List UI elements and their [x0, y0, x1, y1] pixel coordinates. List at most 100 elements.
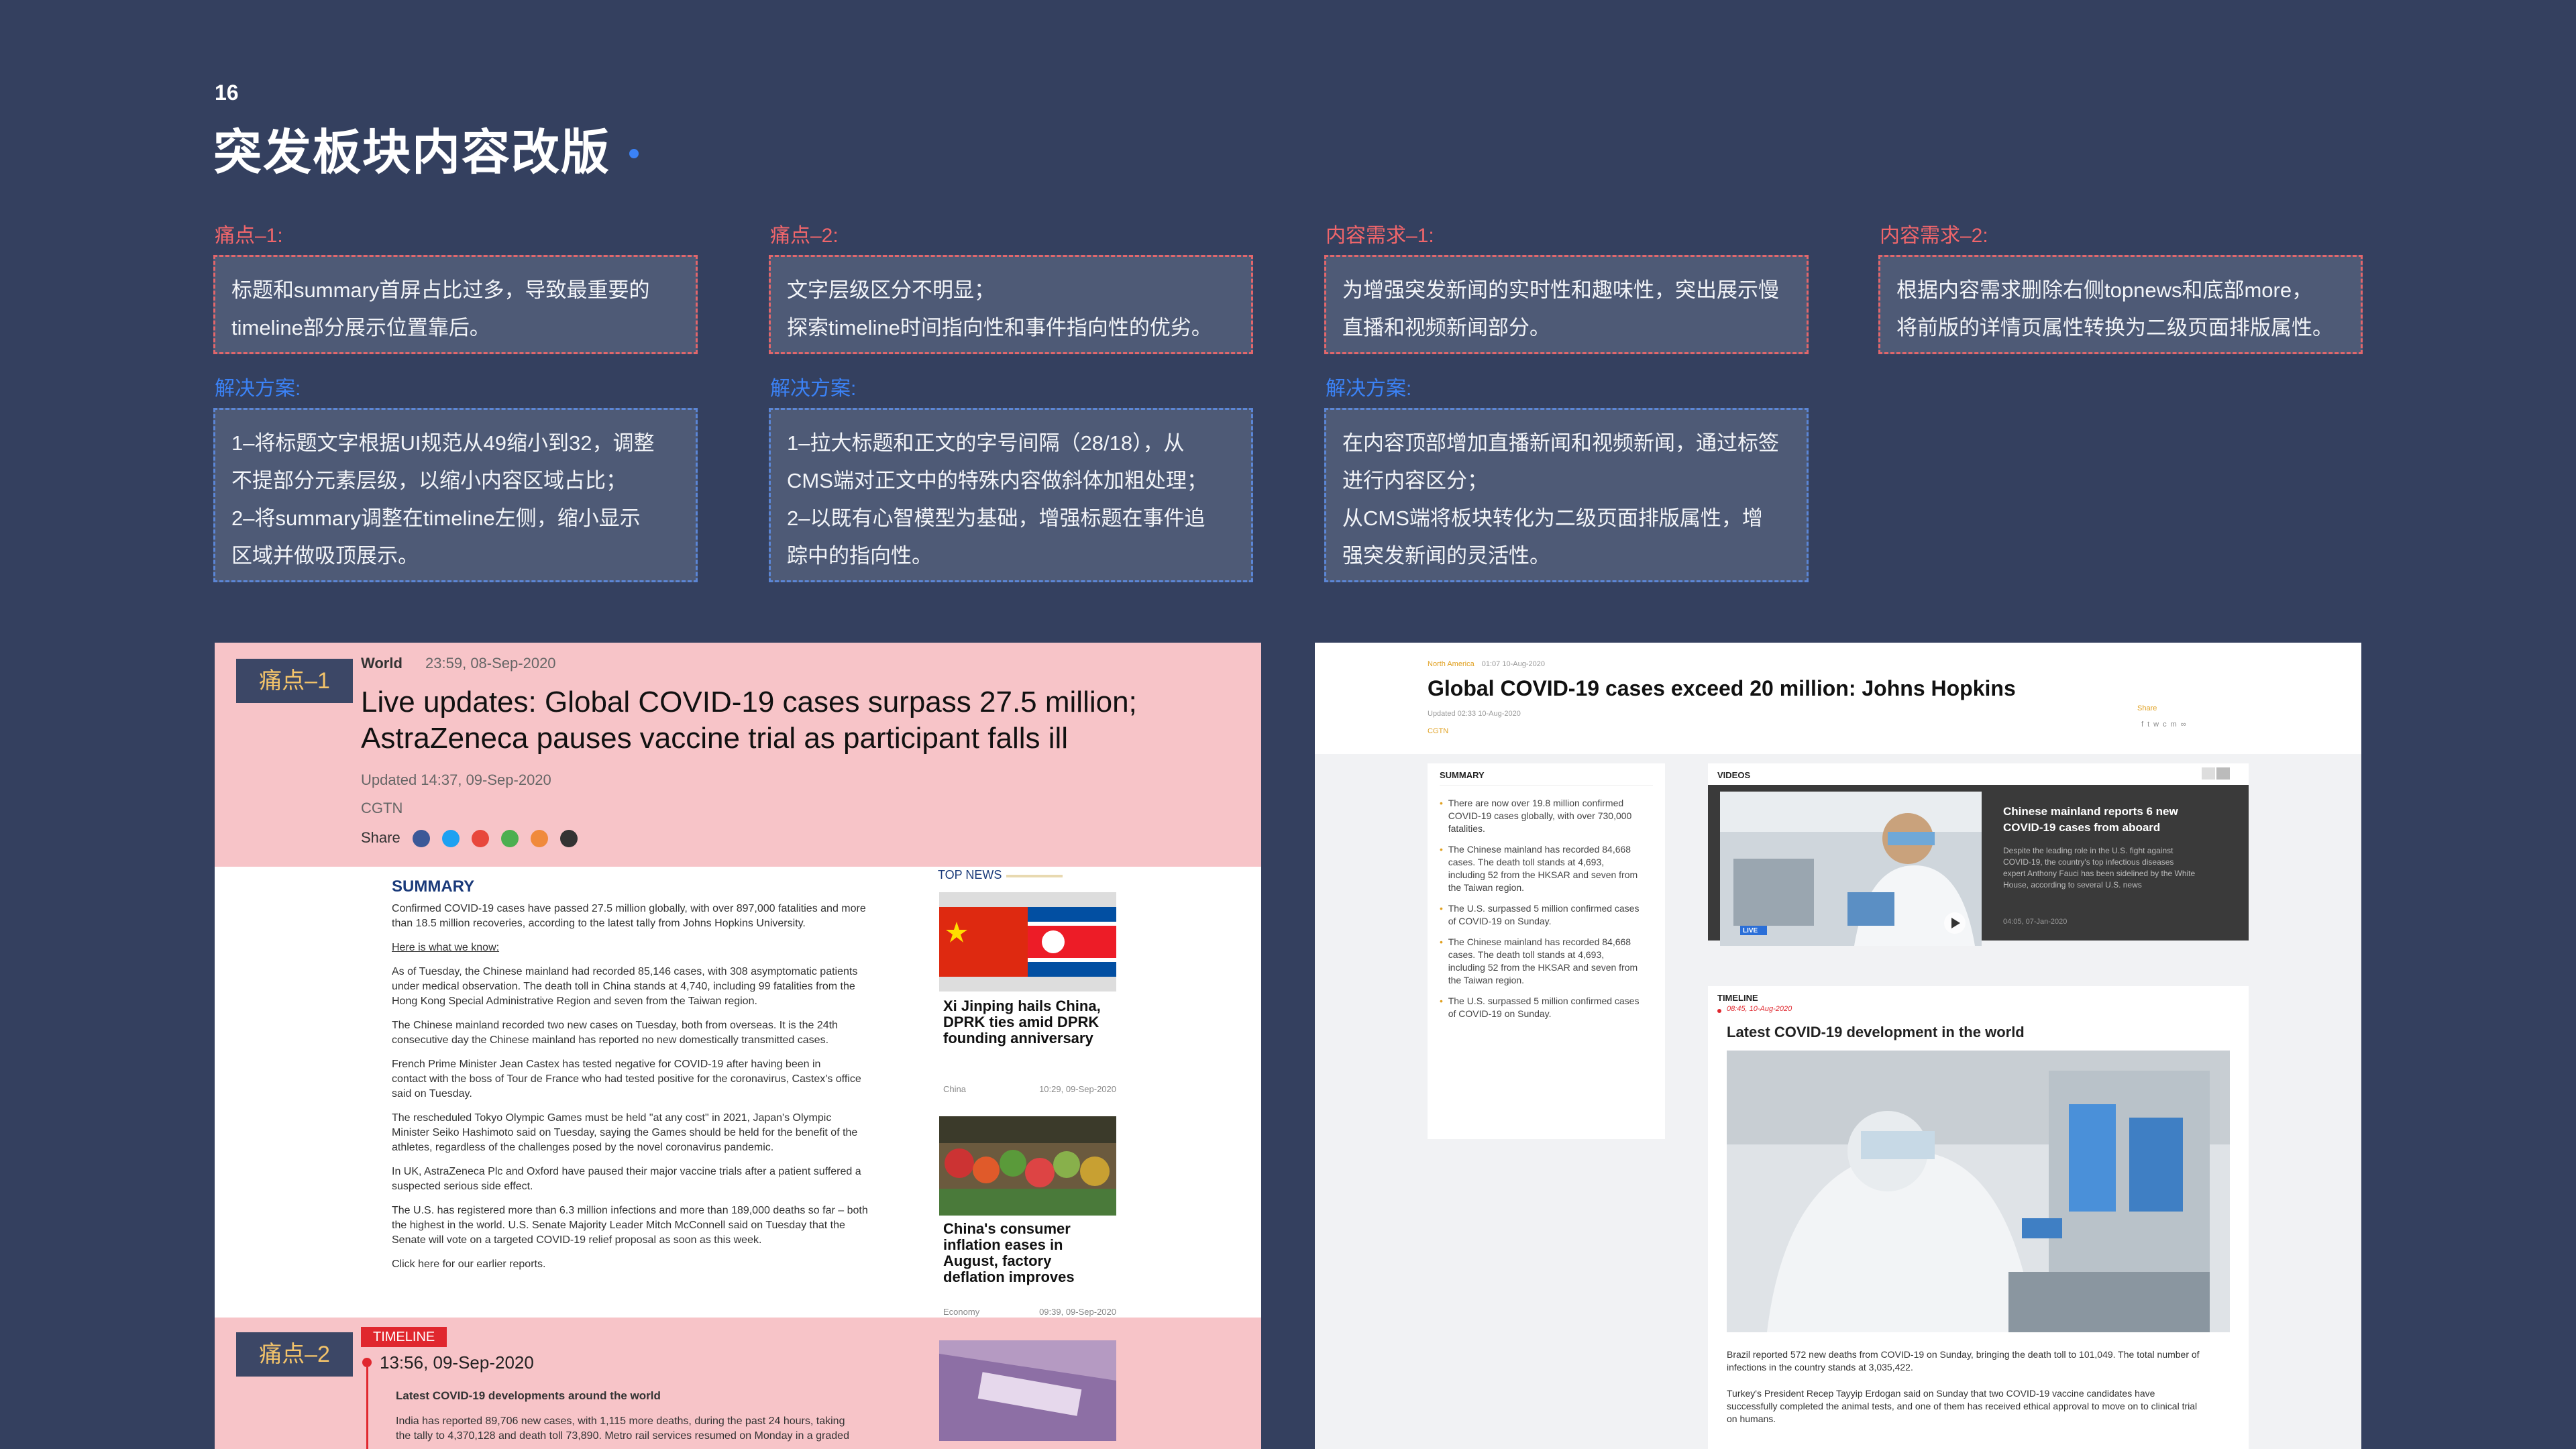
headline-line: AstraZeneca pauses vaccine trial as part…: [361, 722, 1069, 755]
timeline-time: 13:56, 09-Sep-2020: [380, 1352, 534, 1373]
timeline-text: India has reported 89,706 new cases, wit…: [396, 1415, 849, 1442]
solution-text-line: 1–将标题文字根据UI规范从49缩小到32，调整: [231, 431, 655, 455]
twitter-icon[interactable]: [441, 830, 460, 848]
email-icon[interactable]: m: [2171, 720, 2181, 729]
wechat-icon[interactable]: c: [2163, 720, 2171, 729]
pain-text-line: 将前版的详情页属性转换为二级页面排版属性。: [1896, 316, 2333, 339]
pain-box-1: 标题和summary首屏占比过多，导致最重要的 timeline部分展示位置靠后…: [213, 255, 698, 354]
solution-text-line: 1–拉大标题和正文的字号间隔（28/18），从: [787, 431, 1185, 455]
timeline-paragraph-1: Brazil reported 572 new deaths from COVI…: [1727, 1349, 2200, 1373]
source-label: CGTN: [1428, 727, 1449, 735]
solution-text-line: 进行内容区分；: [1342, 469, 1488, 492]
solution-text-line: 不提部分元素层级，以缩小内容区域占比；: [231, 469, 627, 492]
prev-arrow-icon[interactable]: [2202, 767, 2215, 780]
timeline-dot: [1717, 1009, 1721, 1013]
summary-bullet: • The Chinese mainland has recorded 84,6…: [1440, 844, 1638, 893]
share-icons[interactable]: ftwcm∞: [2141, 720, 2190, 729]
text-line: suspected serious side effect.: [392, 1181, 533, 1192]
timeline-time: 08:45, 10-Aug-2020: [1727, 1005, 1792, 1013]
video-title[interactable]: Chinese mainland reports 6 new COVID-19 …: [2003, 804, 2178, 836]
news-image-market[interactable]: [939, 1116, 1116, 1216]
article-headline: Live updates: Global COVID-19 cases surp…: [361, 684, 1233, 757]
summary-card: SUMMARY • There are now over 19.8 millio…: [1428, 763, 1665, 1139]
text-line: Confirmed COVID-19 cases have passed 27.…: [392, 903, 866, 914]
pain1-tag: 痛点–1: [236, 659, 353, 703]
page-number: 16: [215, 80, 239, 105]
old-article-screenshot: 痛点–1 World 23:59, 08-Sep-2020 Live updat…: [215, 643, 1261, 1449]
new-article-screenshot: North America 01:07 10-Aug-2020 Global C…: [1315, 643, 2361, 1449]
pain-text-line: timeline部分展示位置靠后。: [231, 316, 490, 339]
video-player[interactable]: LIVE Chinese mainland reports 6 new COVI…: [1708, 785, 2249, 946]
twitter-icon[interactable]: t: [2147, 720, 2153, 729]
news-meta-2: Economy 09:39, 09-Sep-2020: [943, 1307, 1116, 1317]
solution-text-line: 踪中的指向性。: [787, 544, 932, 568]
text-line: Senate will vote on a targeted COVID-19 …: [392, 1234, 762, 1246]
news-image-flags[interactable]: [939, 892, 1116, 991]
pain-text-line: 标题和summary首屏占比过多，导致最重要的: [231, 278, 650, 302]
solution-text-line: 在内容顶部增加直播新闻和视频新闻，通过标签: [1342, 431, 1779, 455]
pain-label-4: 内容需求–2:: [1880, 225, 1988, 247]
article-headline: Global COVID-19 cases exceed 20 million:…: [1428, 676, 2016, 700]
here-is-heading: Here is what we know:: [392, 942, 500, 953]
wechat-icon[interactable]: [501, 830, 519, 848]
pain-label-3: 内容需求–1:: [1326, 225, 1434, 247]
solution-text-line: 区域并做吸顶展示。: [231, 544, 419, 568]
solution-text-line: 2–以既有心智模型为基础，增强标题在事件追: [787, 506, 1205, 530]
timeline-image: [1727, 1051, 2230, 1332]
solution-text-line: CMS端对正文中的特殊内容做斜体加粗处理；: [787, 469, 1208, 492]
video-description: Despite the leading role in the U.S. fig…: [2003, 846, 2196, 890]
news-meta-1: China 10:29, 09-Sep-2020: [943, 1084, 1116, 1094]
breadcrumb-time: 01:07 10-Aug-2020: [1481, 660, 1545, 668]
link-icon[interactable]: ∞: [2181, 720, 2190, 729]
next-arrow-icon[interactable]: [2216, 767, 2230, 780]
video-thumbnail[interactable]: [1720, 792, 1982, 946]
news-title-2[interactable]: China's consumer inflation eases in Augu…: [943, 1221, 1118, 1285]
pain-text-line: 根据内容需求删除右侧topnews和底部more，: [1896, 278, 2313, 302]
news-image-astrazeneca[interactable]: [939, 1340, 1116, 1441]
videos-card: VIDEOS LIVE Chinese mainland reports 6 n…: [1708, 763, 2249, 946]
videos-label: VIDEOS: [1717, 770, 1751, 780]
text-line: contact with the boss of Tour de France …: [392, 1073, 861, 1085]
news-title-1[interactable]: Xi Jinping hails China, DPRK ties amid D…: [943, 998, 1118, 1046]
link-icon[interactable]: [560, 830, 578, 848]
text-line: French Prime Minister Jean Castex has te…: [392, 1059, 821, 1070]
solution-text-line: 强突发新闻的灵活性。: [1342, 544, 1550, 568]
pain-label-2: 痛点–2:: [770, 225, 839, 247]
divider: [1440, 785, 1653, 786]
summary-column: SUMMARY Confirmed COVID-19 cases have pa…: [376, 867, 927, 1283]
pain2-tag: 痛点–2: [236, 1332, 353, 1377]
weibo-icon[interactable]: w: [2153, 720, 2163, 729]
text-line: under medical observation. The death tol…: [392, 981, 855, 992]
pain-text-line: 探索timeline时间指向性和事件指向性的优劣。: [787, 316, 1212, 339]
facebook-icon[interactable]: [412, 830, 430, 848]
page-title: 突发板块内容改版: [213, 126, 611, 180]
weibo-icon[interactable]: [472, 830, 490, 848]
facebook-icon[interactable]: f: [2141, 720, 2147, 729]
pain-label-1: 痛点–1:: [215, 225, 283, 247]
earlier-reports-link[interactable]: Click here for our earlier reports.: [392, 1257, 928, 1272]
section-label: World: [361, 655, 402, 672]
summary-title: SUMMARY: [392, 877, 475, 896]
timeline-headline: Latest COVID-19 developments around the …: [396, 1389, 661, 1402]
solution-box-3: 在内容顶部增加直播新闻和视频新闻，通过标签 进行内容区分； 从CMS端将板块转化…: [1324, 408, 1809, 582]
timeline-headline: Latest COVID-19 development in the world: [1727, 1024, 2025, 1040]
top-news-heading: TOP NEWS: [938, 868, 1002, 881]
breadcrumb-section[interactable]: North America: [1428, 660, 1474, 668]
solution-label-3: 解决方案:: [1326, 378, 1412, 400]
share-label: Share: [361, 829, 400, 846]
text-line: In UK, AstraZeneca Plc and Oxford have p…: [392, 1166, 861, 1177]
top-news-rule: [1006, 875, 1063, 877]
pain-text-line: 直播和视频新闻部分。: [1342, 316, 1550, 339]
source-label: CGTN: [361, 800, 403, 816]
text-line: Hong Kong Special Administrative Region …: [392, 996, 757, 1007]
summary-bullet: • The U.S. surpassed 5 million confirmed…: [1440, 903, 1640, 926]
text-line: The U.S. has registered more than 6.3 mi…: [392, 1205, 868, 1216]
share-row: Share: [361, 829, 578, 848]
email-icon[interactable]: [531, 830, 549, 848]
text-line: Minister Seiko Hashimoto said on Tuesday…: [392, 1127, 858, 1138]
timeline-card: TIMELINE 08:45, 10-Aug-2020 Latest COVID…: [1708, 986, 2249, 1449]
pain-box-2: 文字层级区分不明显； 探索timeline时间指向性和事件指向性的优劣。: [769, 255, 1253, 354]
video-time: 04:05, 07-Jan-2020: [2003, 918, 2068, 926]
solution-box-1: 1–将标题文字根据UI规范从49缩小到32，调整 不提部分元素层级，以缩小内容区…: [213, 408, 698, 582]
text-line: The rescheduled Tokyo Olympic Games must…: [392, 1112, 832, 1124]
